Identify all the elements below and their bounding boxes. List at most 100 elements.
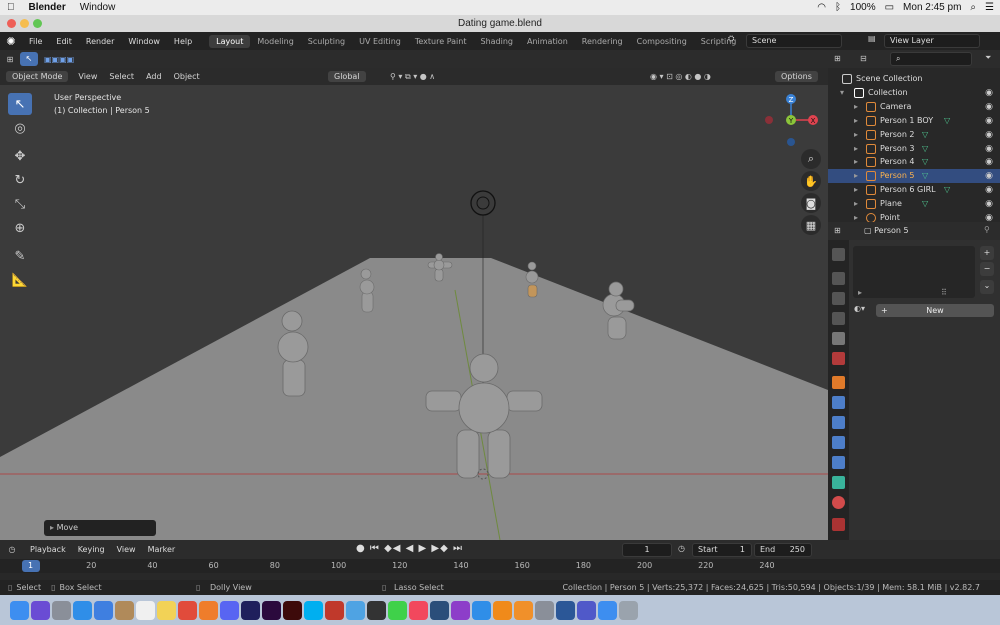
dock-clock-icon[interactable]	[367, 600, 386, 620]
dock-skype-icon[interactable]	[304, 600, 323, 620]
object-tab-icon[interactable]	[832, 376, 845, 389]
minimize-window-icon[interactable]	[20, 19, 29, 28]
dock-firefox-icon[interactable]	[199, 600, 218, 620]
visibility-eye-icon[interactable]: ◉	[985, 86, 993, 100]
dock-preview-icon[interactable]	[346, 600, 365, 620]
dock-vlc-icon[interactable]	[493, 600, 512, 620]
ortho-toggle-icon[interactable]: ▦	[801, 215, 821, 235]
menu-render[interactable]: Render	[79, 37, 121, 46]
modifier-tab-icon[interactable]	[832, 396, 845, 409]
data-tab-icon[interactable]	[832, 476, 845, 489]
timeline-menu-marker[interactable]: Marker	[142, 545, 182, 554]
viewport-menu-select[interactable]: Select	[103, 72, 140, 81]
wifi-icon[interactable]: ◠	[817, 2, 826, 13]
dock-system-preferences-icon[interactable]	[535, 600, 554, 620]
scene-tab-icon[interactable]	[832, 332, 845, 345]
outliner-row-person-4[interactable]: ▸ Person 4 ▽ ◉	[828, 155, 1000, 169]
visibility-eye-icon[interactable]: ◉	[985, 183, 993, 197]
visibility-eye-icon[interactable]: ◉	[985, 142, 993, 156]
visibility-eye-icon[interactable]: ◉	[985, 155, 993, 169]
dock-calendar-icon[interactable]	[136, 600, 155, 620]
control-center-icon[interactable]: ☰	[985, 2, 994, 13]
timeline-ruler[interactable]: 1 20 40 60 80 100 120 140 160 180 200 220 240	[0, 559, 1000, 573]
collapse-arrow-icon[interactable]: ▾	[840, 86, 844, 100]
tab-compositing[interactable]: Compositing	[630, 35, 694, 48]
properties-editor-icon[interactable]: ⊞	[834, 226, 841, 235]
dock-photo-booth-icon[interactable]	[325, 600, 344, 620]
material-slots-list[interactable]: ▸ ⠿	[853, 246, 975, 298]
outliner-row-person-6-girl[interactable]: ▸ Person 6 GIRL ▽ ◉	[828, 183, 1000, 197]
end-frame-field[interactable]: End 250	[754, 543, 812, 557]
dock-launchpad-icon[interactable]	[52, 600, 71, 620]
current-frame-field[interactable]: 1	[622, 543, 672, 557]
dock-music-icon[interactable]	[409, 600, 428, 620]
plane-floor[interactable]	[0, 258, 828, 540]
outliner-row-camera[interactable]: ▸ Camera ◉	[828, 100, 1000, 114]
maximize-window-icon[interactable]	[33, 19, 42, 28]
tab-scripting[interactable]: Scripting	[694, 35, 744, 48]
tab-sculpting[interactable]: Sculpting	[301, 35, 352, 48]
texture-tab-icon[interactable]	[832, 518, 845, 531]
visibility-eye-icon[interactable]: ◉	[985, 100, 993, 114]
visibility-eye-icon[interactable]: ◉	[985, 114, 993, 128]
add-slot-button[interactable]: +	[980, 246, 994, 260]
tab-uv-editing[interactable]: UV Editing	[352, 35, 408, 48]
menu-window[interactable]: Window	[121, 37, 167, 46]
viewport-menu-view[interactable]: View	[72, 72, 103, 81]
search-icon[interactable]: ⌕	[970, 2, 976, 13]
timeline-menu-view[interactable]: View	[111, 545, 142, 554]
dock-premiere-icon[interactable]	[262, 600, 281, 620]
battery-percent[interactable]: 100%	[850, 2, 876, 13]
select-tool-icon[interactable]: ↖	[20, 52, 38, 66]
editor-type-icon[interactable]: ⊞	[0, 55, 20, 64]
zoom-icon[interactable]: ⌕	[801, 149, 821, 169]
view-layer-field[interactable]: View Layer	[884, 34, 980, 48]
render-tab-icon[interactable]	[832, 272, 845, 285]
outliner-row-person-3[interactable]: ▸ Person 3 ▽ ◉	[828, 142, 1000, 156]
dock-finder-2-icon[interactable]	[598, 600, 617, 620]
expand-arrow-icon[interactable]: ▸	[854, 155, 858, 169]
viewport-menu-object[interactable]: Object	[168, 72, 206, 81]
output-tab-icon[interactable]	[832, 292, 845, 305]
timeline-editor-icon[interactable]: ◷	[0, 545, 24, 554]
mesh-data-icon[interactable]: ▽	[922, 142, 928, 156]
select-box-tool[interactable]: ↖	[8, 93, 32, 115]
tab-animation[interactable]: Animation	[520, 35, 575, 48]
viewport-scene[interactable]	[0, 85, 828, 540]
outliner-row-person-5[interactable]: ▸ Person 5 ▽ ◉	[828, 169, 1000, 184]
constraints-tab-icon[interactable]	[832, 456, 845, 469]
light-object[interactable]	[470, 190, 496, 216]
visibility-eye-icon[interactable]: ◉	[985, 128, 993, 142]
dock-podcasts-icon[interactable]	[451, 600, 470, 620]
annotate-tool-icon[interactable]: ✎	[8, 245, 32, 267]
mesh-data-icon[interactable]: ▽	[944, 114, 950, 128]
mesh-data-icon[interactable]: ▽	[922, 197, 928, 211]
material-tab-icon[interactable]	[832, 496, 845, 509]
cursor-tool-icon[interactable]: ◎	[8, 117, 32, 139]
measure-tool-icon[interactable]: 📐	[8, 269, 32, 291]
outliner-editor-icon[interactable]: ⊞	[834, 54, 841, 63]
dock-after-effects-icon[interactable]	[241, 600, 260, 620]
outliner-row-collection[interactable]: ▾ Collection ◉	[828, 86, 1000, 100]
start-frame-field[interactable]: Start 1	[692, 543, 752, 557]
playback-controls[interactable]: ● ⏮ ◆◀ ◀ ▶ ▶◆ ⏭	[356, 543, 463, 554]
filter-icon[interactable]: ⏷	[985, 53, 991, 63]
dock-teams-icon[interactable]	[577, 600, 596, 620]
menu-edit[interactable]: Edit	[49, 37, 79, 46]
app-menu[interactable]: Blender	[22, 2, 73, 13]
expand-icon[interactable]: ▸	[858, 288, 862, 297]
snapping-icons[interactable]: ⚲ ▾ ⧉ ▾ ● ∧	[390, 72, 435, 82]
resize-handle-icon[interactable]: ⠿	[941, 288, 947, 297]
physics-tab-icon[interactable]	[832, 436, 845, 449]
expand-arrow-icon[interactable]: ▸	[854, 169, 858, 183]
options-dropdown[interactable]: Options	[775, 71, 818, 82]
expand-arrow-icon[interactable]: ▸	[854, 142, 858, 156]
battery-icon[interactable]: ▭	[885, 2, 894, 13]
orientation-dropdown[interactable]: Global	[328, 71, 366, 82]
shading-icons[interactable]: ◉ ▾ ⊡ ◎ ◐ ● ◑	[650, 72, 711, 81]
dock-messages-icon[interactable]	[388, 600, 407, 620]
dock-discord-icon[interactable]	[220, 600, 239, 620]
viewport-menu-add[interactable]: Add	[140, 72, 168, 81]
dock-chrome-icon[interactable]	[178, 600, 197, 620]
mesh-data-icon[interactable]: ▽	[944, 183, 950, 197]
